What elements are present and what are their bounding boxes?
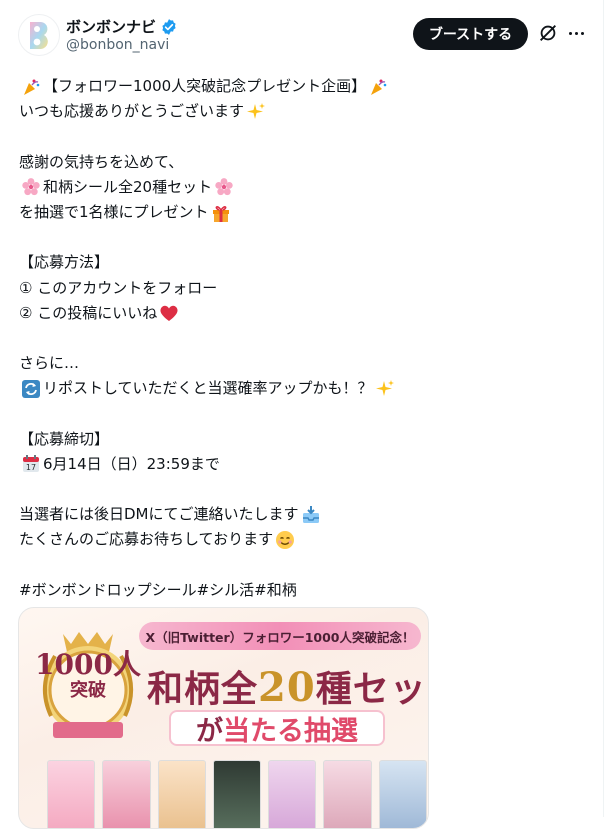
sparkles-icon (375, 379, 395, 399)
more-options-icon[interactable] (567, 22, 585, 44)
post-line-furthermore: さらに… (19, 354, 80, 373)
party-popper-icon (368, 77, 388, 97)
verified-badge-icon (162, 18, 176, 35)
post-line-lottery: を抽選で1名様にプレゼント (19, 202, 209, 221)
medal-subtext: 突破 (70, 680, 106, 701)
medal-label: 1000人 突破 (33, 650, 143, 702)
post-line-step2: ② この投稿にいいね (19, 303, 158, 322)
image-title: 和柄全20種セット (147, 664, 428, 711)
sticker-pack (268, 760, 317, 828)
user-handle[interactable]: @bonbon_navi (66, 37, 169, 53)
post-body: 【フォロワー1000人突破記念プレゼント企画】 いつも応援ありがとうございます … (19, 74, 589, 603)
sparkles-icon (246, 102, 266, 122)
sticker-pack (47, 760, 96, 828)
image-subtitle: が当たる抽選 (169, 710, 385, 747)
cherry-blossom-icon (21, 177, 41, 197)
post-line-thanks: いつも応援ありがとうございます (19, 102, 245, 121)
sticker-pack (212, 760, 262, 828)
post-image[interactable]: 1000人 突破 X（旧Twitter）フォロワー1000人突破記念！ 和柄全2… (18, 607, 429, 829)
sticker-pack (157, 760, 206, 828)
post-line-how-to-apply: 【応募方法】 (19, 253, 110, 272)
sticker-pack (323, 760, 372, 828)
post-line-deadline: 6月14日（日）23:59まで (43, 454, 220, 473)
post-line-deadline-label: 【応募締切】 (19, 429, 110, 448)
smiling-face-icon (275, 530, 295, 550)
post-header: ボンボンナビ @bonbon_navi ブーストする (0, 0, 605, 66)
avatar[interactable] (18, 14, 60, 56)
gift-icon (211, 203, 231, 223)
post-line-title: 【フォロワー1000人突破記念プレゼント企画】 (43, 77, 367, 95)
sticker-pack (102, 760, 151, 828)
party-popper-icon (21, 77, 41, 97)
grok-icon[interactable] (537, 22, 559, 44)
post-line-step1: ① このアカウントをフォロー (19, 278, 218, 297)
medal-number: 1000人 (35, 648, 141, 681)
inbox-tray-icon (301, 505, 321, 525)
red-heart-icon (159, 303, 179, 323)
post-line-repost: リポストしていただくと当選確率アップかも！？ (43, 379, 373, 398)
repeat-arrows-icon (21, 379, 41, 399)
calendar-icon: 17 (21, 454, 41, 474)
post-line-winner-notice: 当選者には後日DMにてご連絡いたします (19, 505, 299, 524)
cherry-blossom-icon (214, 177, 234, 197)
post-frame: ボンボンナビ @bonbon_navi ブーストする 【フォロワー1000人突破… (0, 0, 605, 829)
sticker-packs (47, 760, 427, 828)
svg-text:17: 17 (26, 463, 36, 472)
image-banner: X（旧Twitter）フォロワー1000人突破記念！ (139, 622, 421, 650)
post-line-closing: たくさんのご応募お待ちしております (19, 530, 274, 549)
boost-button[interactable]: ブーストする (413, 18, 528, 50)
bonbon-logo-icon (30, 22, 48, 49)
post-line-prize: 和柄シール全20種セット (43, 177, 213, 196)
post-hashtags[interactable]: #ボンボンドロップシール#シル活#和柄 (19, 578, 297, 603)
post-line-gratitude: 感謝の気持ちを込めて、 (19, 152, 184, 171)
display-name[interactable]: ボンボンナビ (66, 16, 156, 37)
sticker-pack (378, 760, 427, 828)
